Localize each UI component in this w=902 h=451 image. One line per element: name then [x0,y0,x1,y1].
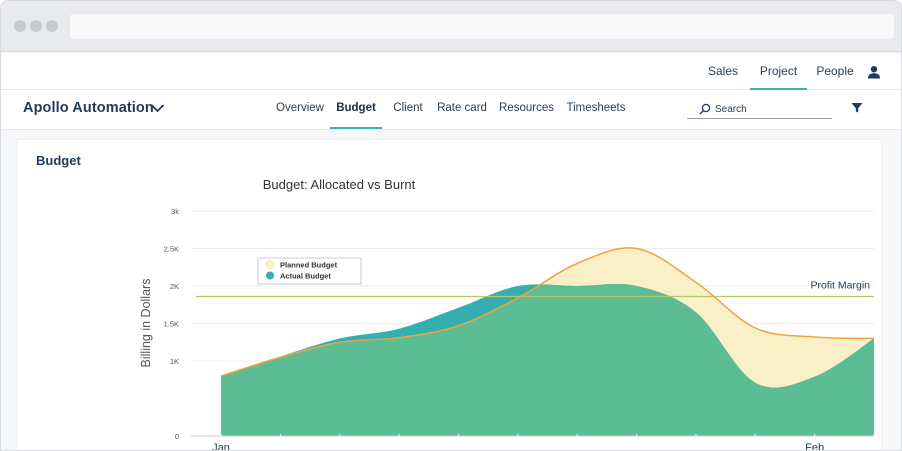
project-name: Apollo Automation [23,100,154,116]
tab-budget[interactable]: Budget [330,90,382,129]
address-bar[interactable] [70,14,894,39]
tab-rate-card[interactable]: Rate card [434,90,490,129]
nav-item-people[interactable]: People [812,53,858,90]
y-tick-label: 2K [170,282,179,291]
project-subnav: Apollo Automation Overview Budget Client… [1,90,901,130]
search-icon [699,103,711,115]
chart-title: Budget: Allocated vs Burnt [263,177,416,192]
nav-item-project[interactable]: Project [750,53,807,90]
user-icon[interactable] [867,65,881,79]
x-tick-label: Feb [805,442,824,451]
window-dot-minimize[interactable] [30,20,42,32]
y-axis-label: Billing in Dollars [139,279,153,368]
x-tick-label: Jan [212,442,230,451]
legend-label-planned: Planned Budget [280,261,338,270]
nav-item-sales[interactable]: Sales [702,53,744,90]
tab-overview[interactable]: Overview [274,90,326,129]
y-tick-label: 0 [175,432,179,441]
tab-client[interactable]: Client [389,90,427,129]
tab-timesheets[interactable]: Timesheets [563,90,629,129]
browser-chrome [1,1,901,52]
search-box[interactable] [687,99,832,119]
y-tick-label: 2.5K [164,245,179,254]
budget-card: Budget Profit Margin 0 1K 1.5K 2K 2.5K 3k Jan F… [17,140,881,451]
legend-swatch-actual [266,271,274,280]
app-window: Sales Project People Apollo Automation O… [0,0,902,451]
search-input[interactable] [715,100,825,118]
chevron-down-icon [150,104,165,113]
top-navigation: Sales Project People [1,53,901,90]
budget-chart: Profit Margin 0 1K 1.5K 2K 2.5K 3k Jan Feb Budg… [139,177,875,451]
legend-swatch-planned [265,260,275,269]
y-tick-label: 1K [170,357,179,366]
project-selector[interactable]: Apollo Automation [23,99,165,121]
window-dot-maximize[interactable] [46,20,58,32]
tab-resources[interactable]: Resources [497,90,556,129]
profit-margin-label: Profit Margin [810,280,870,292]
filter-icon[interactable] [851,102,863,114]
legend-label-actual: Actual Budget [280,272,331,281]
chart-legend: Planned Budget Actual Budget [257,257,362,285]
y-tick-label: 1.5K [164,320,179,329]
y-tick-label: 3k [171,207,179,216]
window-dot-close[interactable] [14,20,26,32]
